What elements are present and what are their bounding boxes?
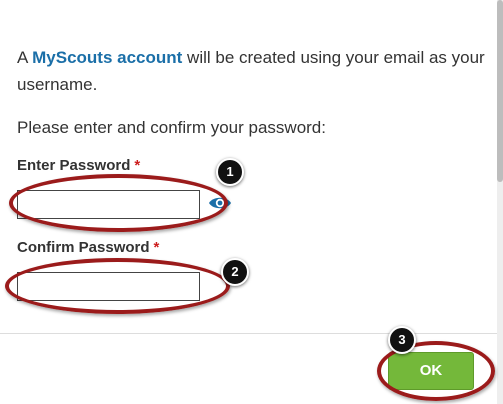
scrollbar[interactable]: [497, 0, 503, 404]
ok-button[interactable]: OK: [388, 352, 474, 390]
password-prompt: Please enter and confirm your password:: [17, 118, 326, 137]
eye-icon[interactable]: [208, 193, 232, 213]
confirm-password-label-text: Confirm Password: [17, 239, 150, 256]
scrollbar-thumb[interactable]: [497, 0, 503, 182]
step-marker-1: 1: [216, 158, 244, 186]
required-asterisk: *: [153, 239, 160, 256]
intro-prefix: A: [17, 48, 33, 67]
myscouts-account-link[interactable]: MyScouts account: [32, 48, 182, 67]
step-marker-2: 2: [221, 258, 249, 286]
enter-password-input[interactable]: [17, 190, 200, 219]
confirm-password-label: Confirm Password *: [17, 238, 159, 258]
enter-password-label: Enter Password *: [17, 156, 140, 176]
enter-password-label-text: Enter Password: [17, 157, 131, 174]
create-account-dialog: A MyScouts account will be created using…: [0, 0, 497, 404]
intro-text: A MyScouts account will be created using…: [17, 44, 487, 98]
required-asterisk: *: [134, 157, 141, 174]
step-marker-3: 3: [388, 326, 416, 354]
confirm-password-input[interactable]: [17, 272, 200, 301]
footer-divider: [0, 333, 497, 334]
